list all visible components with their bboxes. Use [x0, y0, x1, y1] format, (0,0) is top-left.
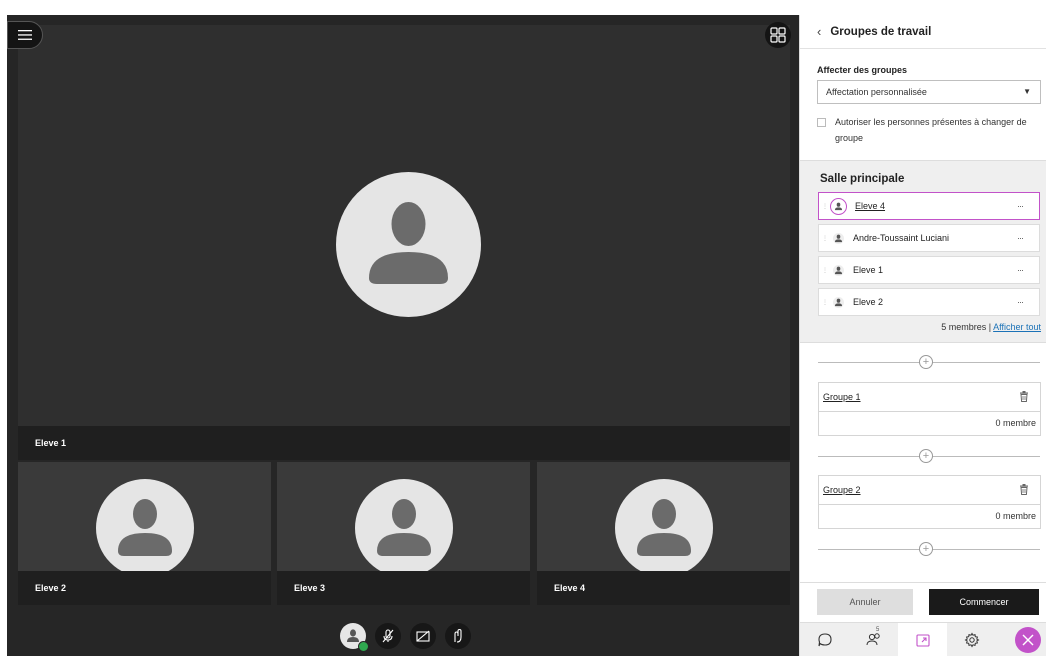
count-separator: | [988, 322, 992, 332]
grid-view-button[interactable] [765, 22, 791, 48]
caret-down-icon: ▼ [1023, 87, 1031, 96]
more-options-icon[interactable]: ··· [1017, 201, 1039, 211]
user-icon [830, 197, 847, 215]
main-room-section: Salle principale ⋮ Eleve 4 ··· ⋮ Andre-T… [800, 160, 1046, 343]
tile-name: Eleve 4 [554, 583, 586, 593]
microphone-button[interactable] [374, 623, 401, 649]
allow-switch-label: Autoriser les personnes présentes à chan… [835, 117, 1027, 143]
raise-hand-button[interactable] [444, 623, 471, 649]
user-icon [833, 296, 844, 308]
add-group-divider: + [818, 542, 1040, 556]
camera-off-icon [415, 630, 430, 642]
drag-handle-icon[interactable]: ⋮ [822, 267, 828, 274]
group-name[interactable]: Groupe 1 [823, 392, 861, 402]
hand-icon [453, 628, 462, 643]
panel-actions: Annuler Commencer [800, 582, 1046, 622]
add-group-plus-icon[interactable]: + [919, 542, 933, 556]
group-header: Groupe 1 [819, 383, 1040, 412]
assign-groups-label: Affecter des groupes [817, 65, 908, 75]
tile-name: Eleve 3 [294, 583, 326, 593]
add-group-divider: + [818, 355, 1040, 369]
media-controls [7, 616, 799, 656]
group-card: Groupe 2 0 membre [818, 475, 1041, 529]
gear-icon [964, 632, 979, 648]
allow-switch-row: Autoriser les personnes présentes à chan… [817, 117, 1040, 146]
drag-handle-icon[interactable]: ⋮ [822, 235, 828, 242]
member-count-row: 5 membres | Afficher tout [941, 322, 1041, 332]
add-group-divider: + [818, 449, 1040, 463]
group-member-count: 0 membre [995, 418, 1036, 428]
main-video-name: Eleve 1 [18, 426, 790, 460]
panel-tabs: 5 [800, 622, 1046, 656]
attendees-icon [866, 633, 880, 646]
breakout-groups-panel: ‹ Groupes de travail Affecter des groupe… [799, 15, 1046, 656]
trash-icon[interactable] [1019, 391, 1029, 404]
user-avatar-icon [615, 479, 713, 577]
member-name: Eleve 2 [853, 297, 884, 307]
member-row[interactable]: ⋮ Eleve 1 ··· [818, 256, 1040, 284]
member-name[interactable]: Eleve 4 [855, 201, 1017, 211]
close-icon [1022, 634, 1033, 646]
add-group-plus-icon[interactable]: + [919, 449, 933, 463]
drag-handle-icon[interactable]: ⋮ [822, 299, 828, 306]
share-icon [915, 634, 930, 647]
chat-bubble-icon [817, 633, 832, 647]
group-card: Groupe 1 0 membre [818, 382, 1041, 436]
group-header: Groupe 2 [819, 476, 1040, 505]
member-name: Andre-Toussaint Luciani [853, 233, 950, 243]
more-options-icon[interactable]: ··· [1017, 233, 1039, 243]
allow-switch-checkbox[interactable] [817, 118, 826, 127]
user-avatar-icon [355, 479, 453, 577]
camera-button[interactable] [409, 623, 436, 649]
panel-title: Groupes de travail [830, 25, 932, 38]
tab-share-content[interactable] [898, 623, 947, 656]
group-name[interactable]: Groupe 2 [823, 485, 861, 495]
back-chevron-icon[interactable]: ‹ [817, 24, 821, 39]
member-count: 5 membres [941, 322, 987, 332]
member-row[interactable]: ⋮ Eleve 4 ··· [818, 192, 1040, 220]
panel-header: ‹ Groupes de travail [800, 15, 1046, 49]
start-button[interactable]: Commencer [929, 589, 1039, 615]
user-icon [833, 232, 844, 244]
tile-name: Eleve 2 [35, 583, 67, 593]
video-tile[interactable]: Eleve 3 [277, 462, 530, 605]
user-avatar-icon [96, 479, 194, 577]
menu-button[interactable] [7, 21, 43, 49]
cancel-button[interactable]: Annuler [817, 589, 913, 615]
mic-off-icon [382, 629, 393, 643]
collaborate-window: Eleve 1 Eleve 2 Eleve 3 Eleve 4 ‹ Groupe… [0, 0, 1046, 656]
show-all-link[interactable]: Afficher tout [993, 322, 1041, 332]
grid-icon [770, 27, 786, 43]
add-group-plus-icon[interactable]: + [919, 355, 933, 369]
member-row[interactable]: ⋮ Andre-Toussaint Luciani ··· [818, 224, 1040, 252]
member-row[interactable]: ⋮ Eleve 2 ··· [818, 288, 1040, 316]
video-stage: Eleve 1 Eleve 2 Eleve 3 Eleve 4 [7, 15, 799, 656]
main-room-title: Salle principale [820, 173, 905, 185]
available-check-icon [357, 641, 369, 652]
drag-handle-icon[interactable]: ⋮ [822, 203, 828, 210]
close-panel-button[interactable] [996, 623, 1045, 656]
user-icon [346, 629, 359, 642]
tab-chat[interactable] [800, 623, 849, 656]
assign-groups-value: Affectation personnalisée [826, 87, 927, 97]
attendees-badge: 5 [876, 627, 880, 633]
my-status-button[interactable] [339, 623, 369, 652]
member-name: Eleve 1 [853, 265, 884, 275]
trash-icon[interactable] [1019, 484, 1029, 497]
tab-settings[interactable] [947, 623, 996, 656]
user-icon [833, 264, 844, 276]
assign-groups-select[interactable]: Affectation personnalisée ▼ [817, 80, 1041, 104]
hamburger-icon [18, 30, 32, 40]
more-options-icon[interactable]: ··· [1017, 265, 1039, 275]
video-tile[interactable]: Eleve 4 [537, 462, 790, 605]
close-circle [1014, 627, 1041, 653]
group-member-count: 0 membre [995, 511, 1036, 521]
video-tile[interactable]: Eleve 2 [18, 462, 271, 605]
user-avatar-icon [336, 172, 481, 317]
tab-attendees[interactable]: 5 [849, 623, 898, 656]
main-video-tile[interactable] [18, 25, 790, 436]
more-options-icon[interactable]: ··· [1017, 297, 1039, 307]
